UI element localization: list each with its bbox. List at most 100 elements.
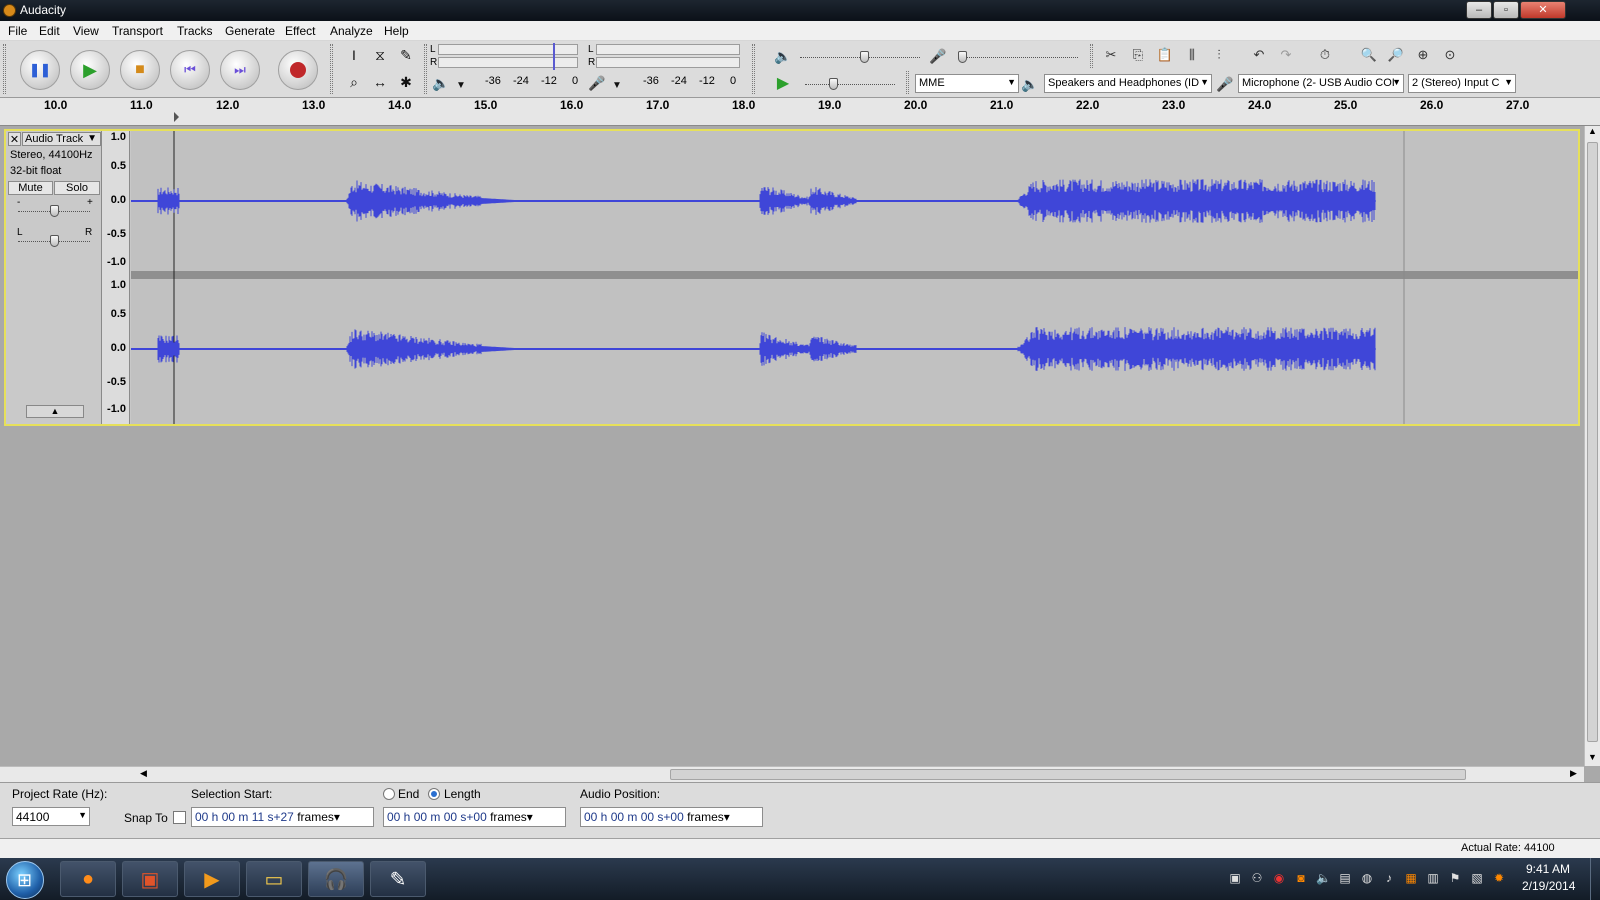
menu-transport[interactable]: Transport [112, 24, 163, 38]
tray-app-icon[interactable]: ▧ [1470, 871, 1484, 885]
track-name-menu[interactable]: Audio Track ▼ [22, 132, 101, 146]
project-rate-select[interactable]: 44100 ▼ [12, 807, 90, 826]
length-radio[interactable] [428, 788, 440, 800]
timeshift-tool-icon[interactable]: ↔ [369, 71, 391, 93]
show-desktop-button[interactable] [1590, 858, 1600, 900]
output-device-select[interactable]: Speakers and Headphones (ID ▼ [1044, 74, 1212, 93]
collapse-track-button[interactable]: ▲ [26, 405, 84, 418]
audio-host-select[interactable]: MME ▼ [915, 74, 1019, 93]
draw-tool-icon[interactable]: ✎ [395, 44, 417, 66]
tray-app-icon[interactable]: ♪ [1382, 871, 1396, 885]
scroll-left-icon[interactable]: ◀ [140, 768, 147, 779]
tray-app-icon[interactable]: ✹ [1492, 871, 1506, 885]
playback-meter-left[interactable] [438, 44, 578, 55]
pause-button[interactable]: ❚❚ [20, 50, 60, 90]
play-speed-slider[interactable] [805, 84, 895, 85]
zoom-in-icon[interactable]: 🔍 [1358, 44, 1380, 66]
clock-date[interactable]: 2/19/2014 [1522, 879, 1575, 893]
selection-tool-icon[interactable]: I [343, 44, 365, 66]
silence-icon[interactable]: ⫶ [1208, 44, 1230, 66]
envelope-tool-icon[interactable]: ⧖ [369, 44, 391, 66]
volume-icon[interactable]: 🔈 [1316, 871, 1331, 885]
audio-position-field[interactable]: 00 h 00 m 00 s+00 frames▾ [580, 807, 763, 827]
selection-start-field[interactable]: 00 h 00 m 11 s+27 frames▾ [191, 807, 374, 827]
menu-help[interactable]: Help [384, 24, 409, 38]
playback-meter-right[interactable] [438, 57, 578, 68]
redo-icon[interactable]: ↷ [1275, 44, 1297, 66]
play-button[interactable]: ▶ [70, 50, 110, 90]
undo-icon[interactable]: ↶ [1248, 44, 1270, 66]
horizontal-scroll-thumb[interactable] [670, 769, 1466, 780]
stop-button[interactable]: ■ [120, 50, 160, 90]
taskbar-audacity[interactable]: 🎧 [308, 861, 364, 897]
chevron-down-icon[interactable]: ▼ [453, 74, 469, 96]
network-icon[interactable]: ⚇ [1250, 871, 1264, 885]
tray-app-icon[interactable]: ◉ [1272, 871, 1286, 885]
fit-selection-icon[interactable]: ⊕ [1412, 44, 1434, 66]
record-meter-left[interactable] [596, 44, 740, 55]
multi-tool-icon[interactable]: ✱ [395, 71, 417, 93]
snap-to-checkbox[interactable] [173, 811, 186, 824]
clock-time[interactable]: 9:41 AM [1526, 862, 1570, 876]
taskbar-explorer[interactable]: ▭ [246, 861, 302, 897]
toolbar-grip[interactable] [906, 71, 909, 94]
record-button[interactable] [278, 50, 318, 90]
pan-thumb[interactable] [50, 235, 59, 247]
taskbar-media-player[interactable]: ▶ [184, 861, 240, 897]
minimize-button[interactable]: – [1466, 1, 1492, 19]
timeline-ruler[interactable]: 10.0 11.0 12.0 13.0 14.0 15.0 16.0 17.0 … [0, 98, 1600, 126]
close-track-icon[interactable]: ✕ [8, 132, 21, 146]
mute-button[interactable]: Mute [8, 181, 53, 195]
vertical-scroll-thumb[interactable] [1587, 142, 1598, 742]
solo-button[interactable]: Solo [54, 181, 100, 195]
sync-lock-icon[interactable]: ⏱ [1314, 44, 1336, 66]
tray-app-icon[interactable]: ▣ [1228, 871, 1242, 885]
tray-app-icon[interactable]: ▤ [1338, 871, 1352, 885]
zoom-tool-icon[interactable]: ⌕ [343, 71, 365, 93]
maximize-button[interactable]: ▫ [1493, 1, 1519, 19]
menu-file[interactable]: File [8, 24, 27, 38]
toolbar-grip[interactable] [330, 44, 333, 94]
output-volume-thumb[interactable] [860, 51, 869, 63]
taskbar-firefox[interactable]: ● [60, 861, 116, 897]
zoom-out-icon[interactable]: 🔎 [1385, 44, 1407, 66]
record-meter-right[interactable] [596, 57, 740, 68]
waveform-display[interactable] [131, 131, 1578, 424]
trim-icon[interactable]: ⫼ [1181, 44, 1203, 66]
menu-analyze[interactable]: Analyze [330, 24, 373, 38]
action-center-flag-icon[interactable]: ⚑ [1448, 871, 1462, 885]
menu-effect[interactable]: Effect [285, 24, 315, 38]
taskbar-office[interactable]: ▣ [122, 861, 178, 897]
skip-start-button[interactable]: ⏮ [170, 50, 210, 90]
scroll-down-icon[interactable]: ▼ [1588, 752, 1597, 762]
tray-app-icon[interactable]: ▦ [1404, 871, 1418, 885]
cut-icon[interactable]: ✂ [1100, 44, 1122, 66]
scroll-up-icon[interactable]: ▲ [1588, 126, 1597, 136]
play-at-speed-icon[interactable]: ▶ [775, 72, 791, 94]
menu-generate[interactable]: Generate [225, 24, 275, 38]
taskbar-notepad[interactable]: ✎ [370, 861, 426, 897]
input-device-select[interactable]: Microphone (2- USB Audio COI ▼ [1238, 74, 1404, 93]
toolbar-grip[interactable] [1090, 44, 1093, 68]
tray-app-icon[interactable]: ▥ [1426, 871, 1440, 885]
input-volume-thumb[interactable] [958, 51, 967, 63]
fit-project-icon[interactable]: ⊙ [1439, 44, 1461, 66]
track-area[interactable]: ✕ Audio Track ▼ Stereo, 44100Hz 32-bit f… [0, 126, 1584, 766]
input-channels-select[interactable]: 2 (Stereo) Input C ▼ [1408, 74, 1516, 93]
audio-track[interactable]: ✕ Audio Track ▼ Stereo, 44100Hz 32-bit f… [4, 129, 1580, 426]
skip-end-button[interactable]: ⏭ [220, 50, 260, 90]
copy-icon[interactable]: ⎘ [1127, 44, 1149, 66]
toolbar-grip[interactable] [424, 44, 427, 94]
menu-tracks[interactable]: Tracks [177, 24, 213, 38]
menu-edit[interactable]: Edit [39, 24, 60, 38]
selection-length-field[interactable]: 00 h 00 m 00 s+00 frames▾ [383, 807, 566, 827]
tray-app-icon[interactable]: ◙ [1294, 871, 1308, 885]
paste-icon[interactable]: 📋 [1154, 44, 1176, 66]
scroll-right-icon[interactable]: ▶ [1570, 768, 1577, 779]
close-button[interactable]: ✕ [1520, 1, 1566, 19]
toolbar-grip[interactable] [752, 44, 755, 94]
start-button[interactable]: ⊞ [6, 861, 44, 899]
horizontal-scrollbar[interactable]: ◀ ▶ [0, 766, 1584, 782]
chevron-down-icon[interactable]: ▼ [609, 74, 625, 96]
play-speed-thumb[interactable] [829, 78, 838, 90]
